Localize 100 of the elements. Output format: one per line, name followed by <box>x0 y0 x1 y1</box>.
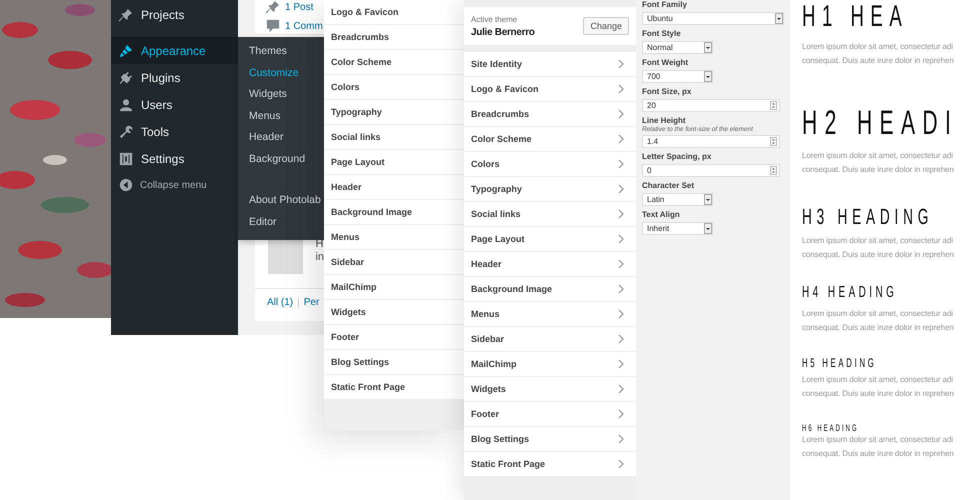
menu-item[interactable]: Users <box>111 91 238 118</box>
submenu-item[interactable]: About Photolab <box>249 194 324 216</box>
collapse-menu-button[interactable]: Collapse menu <box>111 172 238 198</box>
menu-item[interactable]: Projects <box>111 2 238 27</box>
submenu-item[interactable]: Themes <box>249 45 324 66</box>
section-item[interactable]: Menus <box>324 225 464 250</box>
body-text: Lorem ipsum dolor sit amet, consectetur adi <box>802 150 954 162</box>
select-field[interactable]: Normal <box>642 41 713 54</box>
chevron-icon <box>618 259 624 269</box>
field-label: Font Family <box>642 0 688 9</box>
section-item[interactable]: Static Front Page <box>324 375 464 400</box>
body-text: consequat. Duis aute irure dolor in reprehen <box>802 388 955 400</box>
pin-icon <box>119 8 133 22</box>
select-field[interactable]: Inherit <box>642 222 713 235</box>
plug-icon <box>119 70 133 84</box>
count-link[interactable]: 1 Post <box>266 0 324 14</box>
body-text: Lorem ipsum dolor sit amet, consectetur adi <box>802 434 954 446</box>
body-text: consequat. Duis aute irure dolor in reprehen <box>802 322 955 334</box>
section-item[interactable]: Page Layout <box>464 227 636 252</box>
submenu-item[interactable]: Widgets <box>249 88 324 110</box>
body-text: consequat. Duis aute irure dolor in reprehen <box>802 55 955 67</box>
section-item[interactable]: Widgets <box>324 300 464 325</box>
spinner-icon <box>770 137 777 146</box>
section-item[interactable]: Color Scheme <box>324 50 464 75</box>
number-field[interactable]: 20 <box>642 99 780 112</box>
section-item[interactable]: Logo & Favicon <box>464 77 636 102</box>
field-label: Font Style <box>642 29 682 38</box>
menu-item[interactable]: Plugins <box>111 64 238 91</box>
body-text: Lorem ipsum dolor sit amet, consectetur adi <box>802 234 954 247</box>
section-item[interactable]: Menus <box>464 302 636 327</box>
section-item[interactable]: Footer <box>464 402 636 427</box>
filter-link[interactable]: All (1) <box>267 297 294 308</box>
chevron-icon <box>618 134 624 144</box>
section-item[interactable]: Breadcrumbs <box>324 25 464 50</box>
chevron-icon <box>618 359 624 369</box>
comment-icon <box>266 19 280 33</box>
sliders-icon <box>119 152 133 166</box>
field-label: Character Set <box>642 181 696 190</box>
select-field[interactable]: Ubuntu <box>642 12 784 25</box>
chevron-icon <box>618 384 624 394</box>
section-item[interactable]: Colors <box>464 152 636 177</box>
section-item[interactable]: Header <box>464 252 636 277</box>
submenu-item[interactable]: Header <box>249 131 324 152</box>
submenu-item[interactable]: Background <box>249 152 324 174</box>
section-item[interactable]: MailChimp <box>324 275 464 300</box>
section-item[interactable]: Social links <box>464 202 636 227</box>
section-item[interactable]: Typography <box>324 100 464 125</box>
count-link[interactable]: 1 Comm <box>266 19 324 33</box>
chevron-icon <box>618 209 624 219</box>
section-item[interactable]: Site Identity <box>464 52 636 77</box>
chevron-icon <box>618 459 624 469</box>
theme-name: Julie Bernerro <box>471 26 535 38</box>
chevron-icon <box>618 334 624 344</box>
section-item[interactable]: Header <box>324 175 464 200</box>
heading: H1 HEA <box>802 0 908 34</box>
heading: H2 HEADI <box>802 104 958 144</box>
chevron-icon <box>618 434 624 444</box>
chevron-icon <box>618 409 624 419</box>
chevron-icon <box>618 84 624 94</box>
select-field[interactable]: Latin <box>642 193 713 206</box>
section-item[interactable]: Widgets <box>464 377 636 402</box>
section-item[interactable]: Static Front Page <box>464 452 636 477</box>
section-item[interactable]: Background Image <box>324 200 464 225</box>
chevron-icon <box>618 109 624 119</box>
section-item[interactable]: Sidebar <box>464 327 636 352</box>
chevron-icon <box>618 234 624 244</box>
section-item[interactable]: Colors <box>324 75 464 100</box>
submenu-item[interactable]: Customize <box>249 66 324 88</box>
section-item[interactable]: MailChimp <box>464 352 636 377</box>
section-item[interactable]: Color Scheme <box>464 127 636 152</box>
avatar <box>268 238 304 274</box>
menu-item[interactable]: Tools <box>111 118 238 145</box>
spinner-icon <box>770 101 777 110</box>
number-field[interactable]: 0 <box>642 164 780 177</box>
heading: H3 HEADING <box>802 204 934 230</box>
select-field[interactable]: 700 <box>642 70 713 83</box>
number-field[interactable]: 1.4 <box>642 135 780 148</box>
submenu-item[interactable]: Editor <box>249 216 324 237</box>
section-item[interactable]: Footer <box>324 325 464 350</box>
field-label: Font Weight <box>642 58 690 67</box>
section-item[interactable]: Social links <box>324 125 464 150</box>
section-item[interactable]: Typography <box>464 177 636 202</box>
menu-item[interactable]: Settings <box>111 145 238 172</box>
change-button[interactable]: Change <box>583 17 629 35</box>
chevron-icon <box>618 284 624 294</box>
heading: H6 HEADING <box>802 422 859 434</box>
section-item[interactable]: Blog Settings <box>324 350 464 375</box>
section-item[interactable]: Background Image <box>464 277 636 302</box>
menu-item[interactable]: Appearance <box>111 37 238 64</box>
section-item[interactable]: Page Layout <box>324 150 464 175</box>
field-label: Line Height <box>642 116 687 125</box>
field-label: Letter Spacing, px <box>642 152 712 161</box>
filter-link[interactable]: Per <box>304 297 320 308</box>
section-item[interactable]: Logo & Favicon <box>324 0 464 25</box>
chevron-icon <box>618 159 624 169</box>
section-item[interactable]: Blog Settings <box>464 427 636 452</box>
body-text: Lorem ipsum dolor sit amet, consectetur adi <box>802 41 954 53</box>
submenu-item[interactable]: Menus <box>249 110 324 131</box>
section-item[interactable]: Sidebar <box>324 250 464 275</box>
section-item[interactable]: Breadcrumbs <box>464 102 636 127</box>
